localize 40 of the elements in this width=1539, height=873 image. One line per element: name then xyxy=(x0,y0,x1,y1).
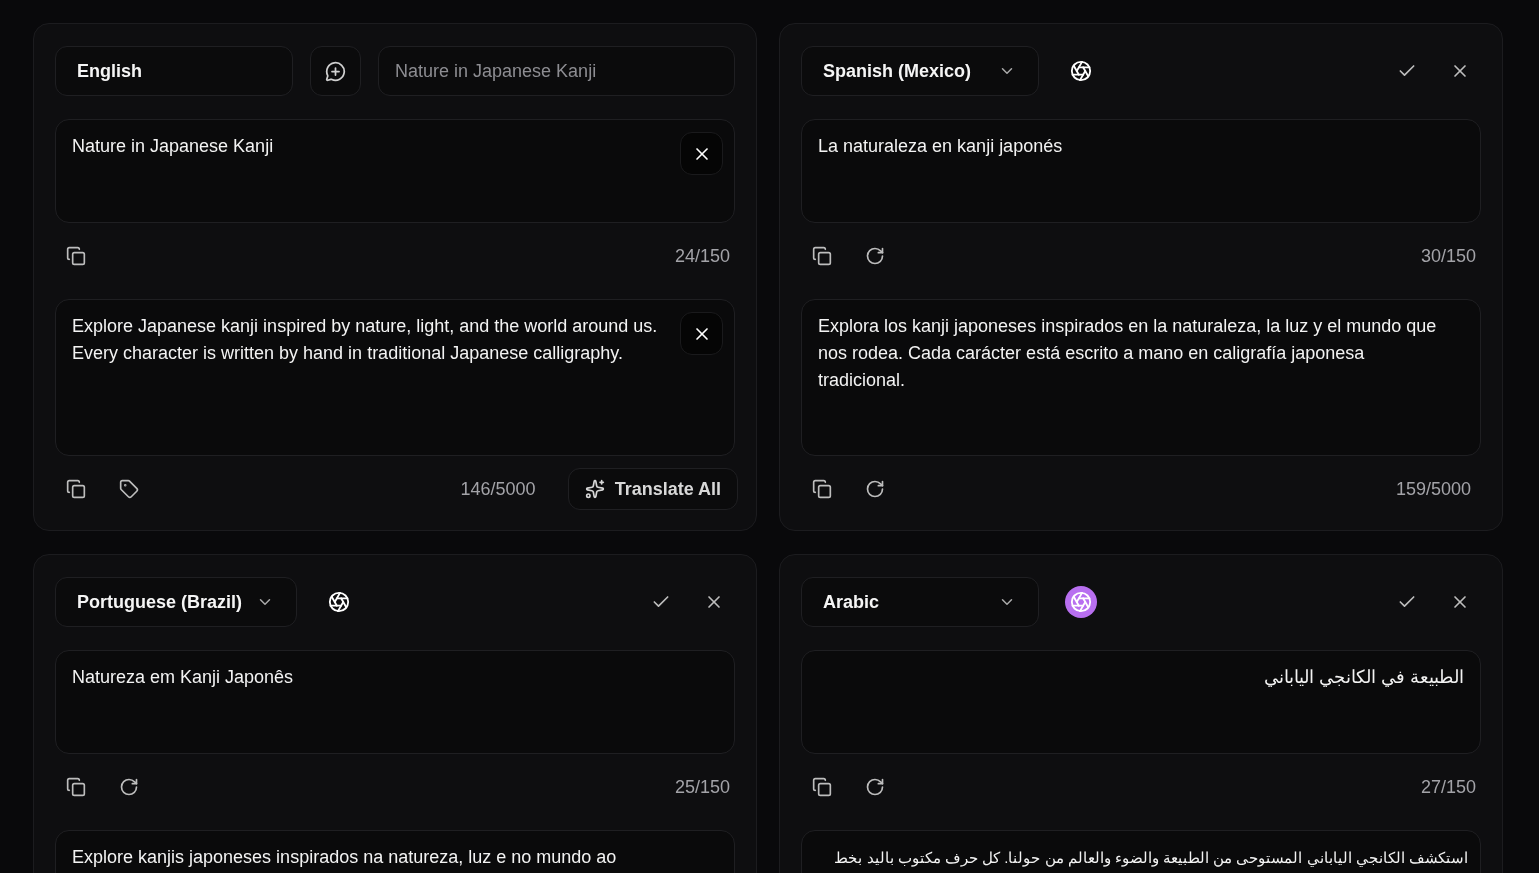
character-count: 24/150 xyxy=(674,245,730,267)
aperture-icon xyxy=(1070,60,1092,82)
sparkles-icon xyxy=(584,479,605,499)
aperture-icon xyxy=(1070,591,1092,613)
refresh-icon xyxy=(865,246,885,266)
language-select[interactable]: English xyxy=(55,46,293,96)
description-field[interactable]: Explora los kanji japoneses inspirados en la naturaleza, la luz y el mundo que nos rodea. Cada carácter está escrito a mano en caligrafía japonesa tradicional. xyxy=(801,299,1481,456)
title-input[interactable]: Nature in Japanese Kanji xyxy=(378,46,735,96)
aperture-icon xyxy=(328,591,351,613)
character-count: 159/5000 xyxy=(1395,478,1471,500)
description-field[interactable]: Explore Japanese kanji inspired by nature, light, and the world around us. Every character is written by hand in traditional Japanese calligraphy. xyxy=(55,299,735,456)
language-select[interactable]: Spanish (Mexico) xyxy=(801,46,1039,96)
title-field[interactable]: Nature in Japanese Kanji xyxy=(55,119,735,223)
title-field[interactable]: La naturaleza en kanji japonés xyxy=(801,119,1481,223)
character-count: 27/150 xyxy=(1420,776,1476,798)
chat-plus-icon xyxy=(325,60,346,82)
character-count: 25/150 xyxy=(674,776,730,798)
ai-model-button[interactable] xyxy=(1065,586,1097,618)
language-select[interactable]: Portuguese (Brazil) xyxy=(55,577,298,627)
refresh-icon xyxy=(865,479,885,499)
refresh-icon xyxy=(119,777,139,797)
character-count: 146/5000 xyxy=(460,478,536,500)
title-field[interactable]: Natureza em Kanji Japonês xyxy=(55,650,735,754)
copy-icon xyxy=(812,479,832,499)
copy-icon xyxy=(66,246,86,266)
tag-icon xyxy=(119,479,139,499)
translate-all-button[interactable]: Translate All xyxy=(567,468,738,510)
add-prompt-button[interactable] xyxy=(310,46,361,96)
clear-button[interactable] xyxy=(680,132,723,175)
clear-button[interactable] xyxy=(680,312,723,355)
title-field[interactable]: الطبيعة في الكانجي الياباني xyxy=(801,650,1481,754)
copy-icon xyxy=(66,479,86,499)
copy-icon xyxy=(66,777,86,797)
copy-icon xyxy=(812,777,832,797)
description-field[interactable]: Explore kanjis japoneses inspirados na natureza, luz e no mundo ao xyxy=(55,830,735,873)
language-select[interactable]: Arabic xyxy=(801,577,1039,627)
copy-icon xyxy=(812,246,832,266)
refresh-icon xyxy=(865,777,885,797)
description-field[interactable]: استكشف الكانجي الياباني المستوحى من الطبيعة والضوء والعالم من حولنا. كل حرف مكتوب باليد بخط xyxy=(801,830,1481,873)
character-count: 30/150 xyxy=(1420,245,1476,267)
